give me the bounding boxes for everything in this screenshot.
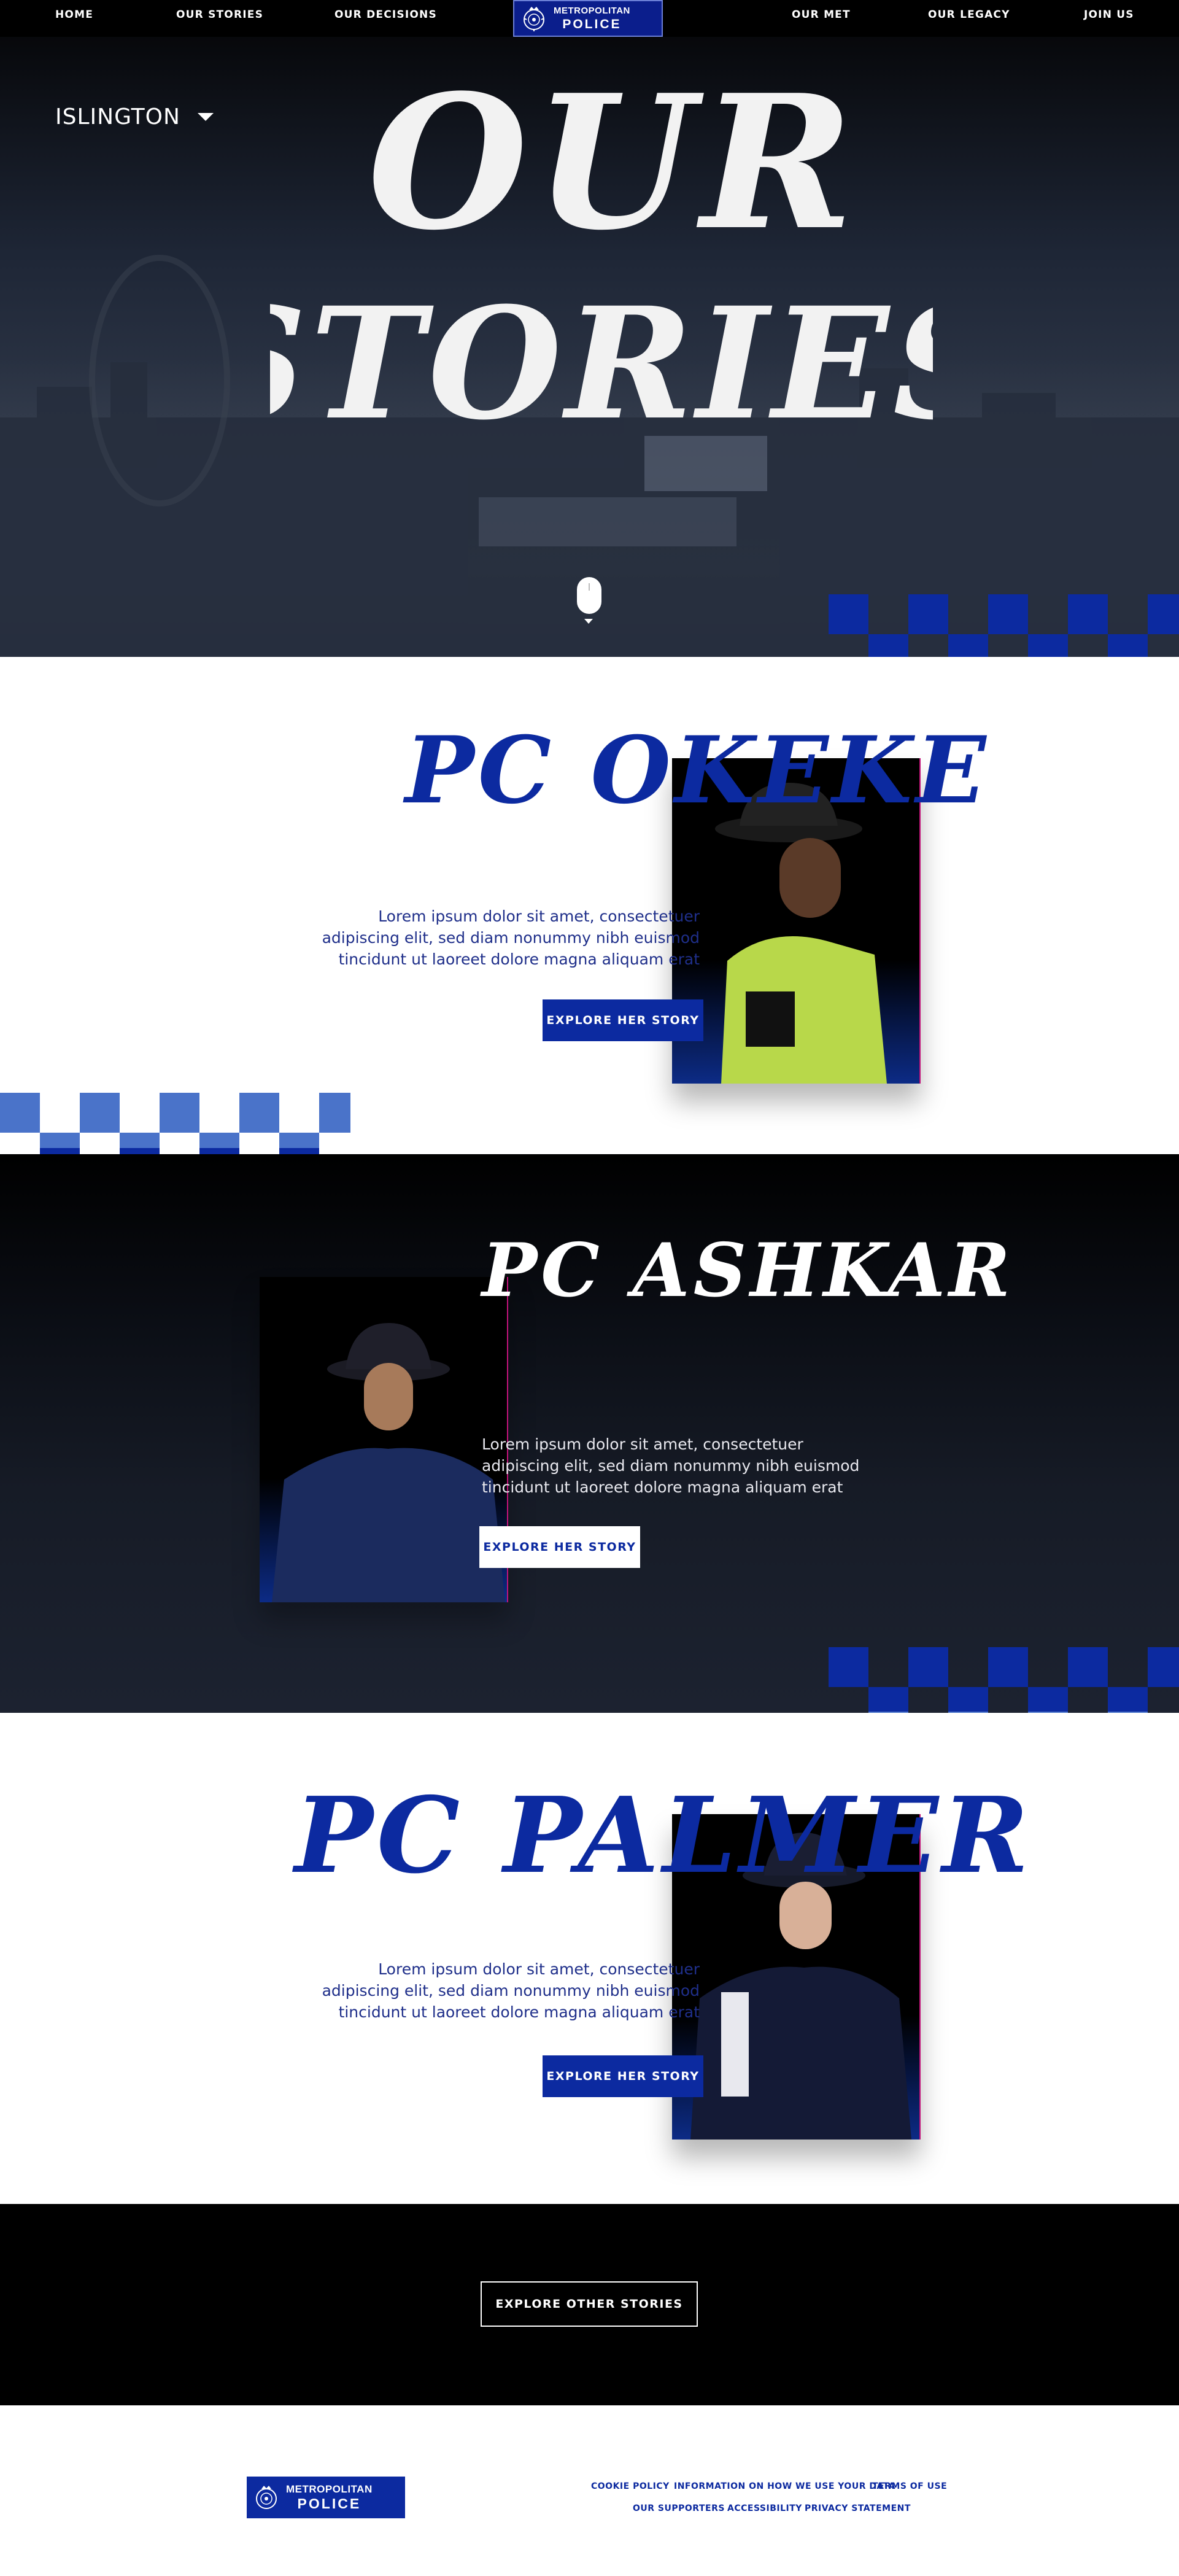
story-title-okeke: PC OKEKE xyxy=(405,716,990,824)
explore-her-story-palmer-button[interactable]: EXPLORE HER STORY xyxy=(543,2055,703,2097)
footer-logo-line1: METROPOLITAN xyxy=(286,2483,373,2495)
story-section-okeke: PC OKEKE Lorem ipsum dolor sit amet, con… xyxy=(0,657,1179,1154)
story-title-ashkar: PC ASHKAR xyxy=(482,1227,1014,1314)
footer-link-supporters[interactable]: OUR SUPPORTERS xyxy=(633,2504,725,2513)
footer-logo-line2: POLICE xyxy=(297,2496,361,2512)
chevron-down-icon xyxy=(197,113,214,121)
borough-selector[interactable]: ISLINGTON xyxy=(55,104,214,130)
scroll-mouse-icon[interactable] xyxy=(577,577,601,614)
borough-label: ISLINGTON xyxy=(55,104,180,130)
ashkar-photo[interactable] xyxy=(260,1277,508,1602)
hero-title-line2: STORIES xyxy=(270,273,933,454)
story-text-okeke: Lorem ipsum dolor sit amet, consectetuer… xyxy=(322,907,700,968)
nav-our-met[interactable]: OUR MET xyxy=(792,9,851,21)
hero-title: OUR STORIES xyxy=(270,54,933,454)
met-police-crest-icon xyxy=(524,7,544,31)
footer: METROPOLITAN POLICE COOKIE POLICY INFORM… xyxy=(0,2405,1179,2576)
story-title-palmer: PC PALMER xyxy=(295,1774,1033,1897)
nav-home[interactable]: HOME xyxy=(55,9,93,21)
explore-her-story-ashkar-button[interactable]: EXPLORE HER STORY xyxy=(479,1526,640,1568)
explore-her-story-okeke-button[interactable]: EXPLORE HER STORY xyxy=(543,999,703,1041)
explore-other-section: EXPLORE OTHER STORIES xyxy=(0,2204,1179,2405)
footer-link-accessibility[interactable]: ACCESSIBILITY xyxy=(727,2504,802,2513)
nav-our-legacy[interactable]: OUR LEGACY xyxy=(928,9,1010,21)
story-section-palmer: PC PALMER Lorem ipsum dolor sit amet, co… xyxy=(0,1713,1179,2204)
hero-section: ISLINGTON OUR STORIES xyxy=(0,37,1179,657)
nav-our-decisions[interactable]: OUR DECISIONS xyxy=(334,9,437,21)
footer-link-privacy[interactable]: PRIVACY STATEMENT xyxy=(805,2504,911,2513)
footer-link-data-info[interactable]: INFORMATION ON HOW WE USE YOUR DATA xyxy=(674,2481,895,2491)
footer-met-police-logo[interactable]: METROPOLITAN POLICE xyxy=(247,2477,405,2518)
explore-other-stories-button[interactable]: EXPLORE OTHER STORIES xyxy=(481,2281,698,2327)
met-police-crest-icon xyxy=(256,2486,277,2509)
story-section-ashkar: PC ASHKAR Lorem ipsum dolor sit amet, co… xyxy=(0,1154,1179,1713)
met-police-logo[interactable]: METROPOLITAN POLICE xyxy=(513,0,663,37)
nav-our-stories[interactable]: OUR STORIES xyxy=(176,9,263,21)
nav-join-us[interactable]: JOIN US xyxy=(1084,9,1134,21)
story-text-ashkar: Lorem ipsum dolor sit amet, consectetuer… xyxy=(482,1435,860,1496)
logo-line2: POLICE xyxy=(562,17,622,31)
scroll-down-arrow-icon xyxy=(584,619,593,624)
hero-title-line1: OUR xyxy=(368,54,860,271)
story-text-palmer: Lorem ipsum dolor sit amet, consectetuer… xyxy=(322,1960,700,2021)
logo-line1: METROPOLITAN xyxy=(554,6,630,16)
top-nav: HOME OUR STORIES OUR DECISIONS METROPOLI… xyxy=(0,0,1179,37)
footer-link-terms[interactable]: TERMS OF USE xyxy=(872,2481,947,2491)
officer-portrait-ashkar xyxy=(272,1323,505,1602)
footer-link-cookie-policy[interactable]: COOKIE POLICY xyxy=(591,2481,670,2491)
